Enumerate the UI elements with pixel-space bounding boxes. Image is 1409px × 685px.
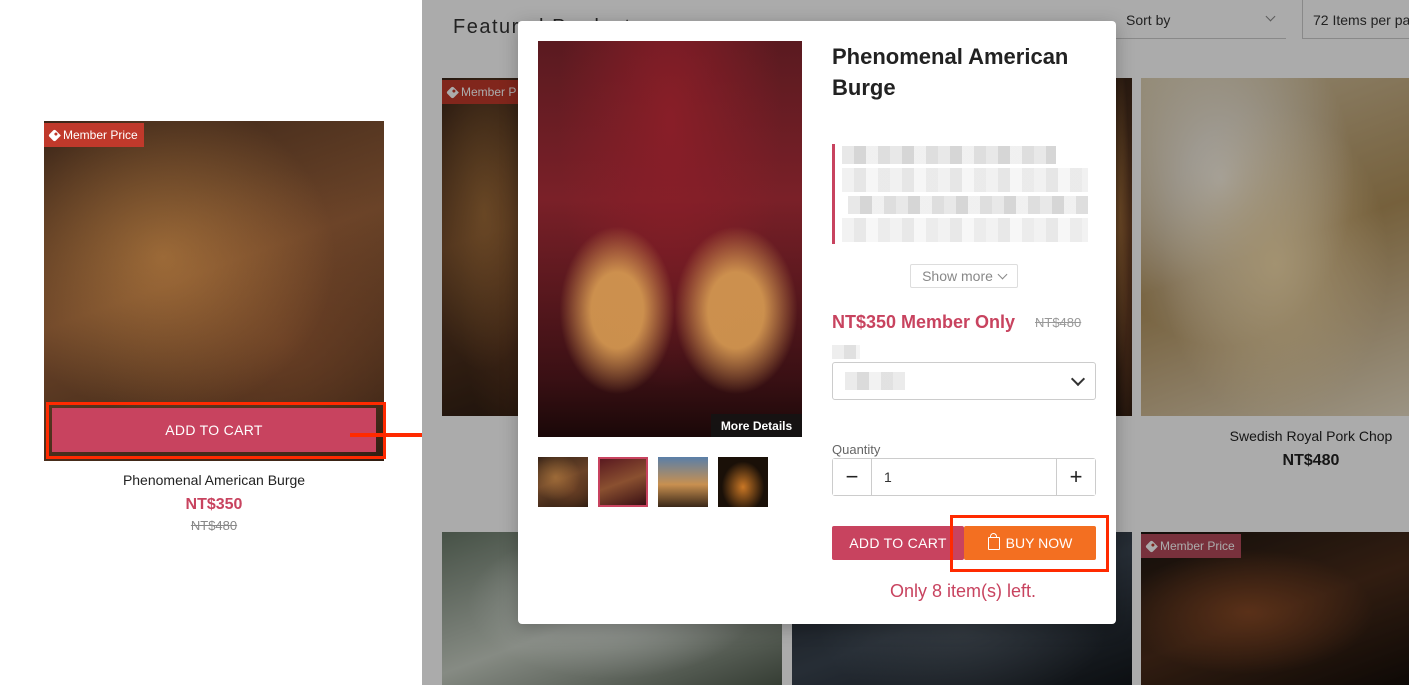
chevron-down-icon (1070, 371, 1086, 387)
more-details-link[interactable]: More Details (711, 414, 802, 437)
left-product-price: NT$350 (185, 496, 243, 513)
show-more-button[interactable]: Show more (910, 264, 1018, 288)
stock-notice: Only 8 item(s) left. (889, 581, 1037, 601)
thumbnail-4[interactable] (718, 457, 768, 507)
variant-label (832, 345, 860, 359)
tag-icon (48, 128, 61, 142)
thumbnail-3[interactable] (658, 457, 708, 507)
highlight-box-add-to-cart (46, 402, 386, 459)
product-description (832, 144, 1094, 244)
variant-select[interactable] (832, 362, 1096, 400)
modal-add-to-cart-button[interactable]: ADD TO CART (832, 526, 964, 560)
left-product-original-price: NT$480 (190, 518, 238, 533)
quantity-stepper: − 1 + (832, 458, 1096, 496)
member-price: NT$350 Member Only (832, 312, 1016, 332)
quick-view-modal: More Details Phenomenal American Burge S… (518, 21, 1116, 624)
product-title: Phenomenal American Burge (832, 44, 1069, 100)
thumbnail-1[interactable] (538, 457, 588, 507)
quantity-label: Quantity (832, 442, 881, 457)
left-product-name: Phenomenal American Burge (122, 472, 306, 488)
decrease-quantity-button[interactable]: − (833, 459, 871, 495)
original-price: NT$480 (1035, 315, 1082, 330)
main-product-image[interactable] (538, 41, 802, 437)
highlight-box-buy-now (950, 515, 1109, 572)
chevron-down-icon (997, 269, 1008, 279)
thumbnail-2[interactable] (598, 457, 648, 507)
quantity-input[interactable]: 1 (871, 459, 1057, 495)
increase-quantity-button[interactable]: + (1057, 459, 1095, 495)
member-price-badge: Member Price (44, 123, 144, 147)
